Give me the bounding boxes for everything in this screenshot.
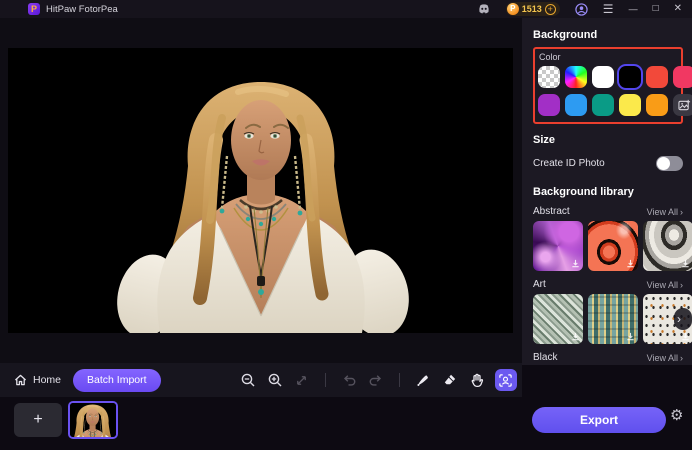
download-icon xyxy=(682,259,689,268)
category-header-art: Art View All › xyxy=(533,279,683,290)
close-button[interactable]: ✕ xyxy=(674,4,682,14)
custom-background-picker[interactable] xyxy=(673,94,692,116)
category-label: Abstract xyxy=(533,206,570,217)
download-icon xyxy=(627,332,634,341)
gear-icon[interactable]: ⚙ xyxy=(670,408,683,423)
minimize-button[interactable]: — xyxy=(629,4,638,14)
coin-icon: P xyxy=(506,3,519,15)
background-panel: Background Color Size Create ID Photo Ba… xyxy=(522,18,692,365)
swatch-blue[interactable] xyxy=(565,94,587,116)
thumbnail-image xyxy=(70,403,116,437)
swatch-teal[interactable] xyxy=(592,94,614,116)
add-image-button[interactable]: + xyxy=(14,403,62,437)
bg-thumb-abstract-3[interactable] xyxy=(643,221,692,271)
app-logo-icon: P xyxy=(28,3,40,15)
batch-import-button[interactable]: Batch Import xyxy=(73,368,161,392)
carousel-next-icon[interactable]: › xyxy=(674,308,692,330)
swatch-red[interactable] xyxy=(646,66,668,88)
app-title: HitPaw FotorPea xyxy=(46,3,118,15)
download-icon xyxy=(572,259,579,268)
bg-thumb-art-1[interactable] xyxy=(533,294,583,344)
credits-badge[interactable]: P 1513 + xyxy=(505,2,560,16)
titlebar: P HitPaw FotorPea P 1513 + ☰ — □ ✕ xyxy=(0,0,692,18)
discord-icon[interactable] xyxy=(477,3,491,15)
undo-icon[interactable] xyxy=(340,371,358,389)
library-title: Background library xyxy=(533,186,634,198)
thumb-row-abstract xyxy=(533,221,692,271)
app-window: P HitPaw FotorPea P 1513 + ☰ — □ ✕ Backg… xyxy=(0,0,692,450)
hand-icon[interactable] xyxy=(468,371,486,389)
category-header-black: Black View All › xyxy=(533,352,683,363)
toggle-knob xyxy=(657,157,670,170)
portrait-photo xyxy=(8,48,513,333)
zoom-in-icon[interactable] xyxy=(266,371,284,389)
credits-count: 1513 xyxy=(521,4,542,14)
home-icon xyxy=(14,374,27,386)
chevron-right-icon: › xyxy=(680,206,683,217)
swatch-rainbow[interactable] xyxy=(565,66,587,88)
panel-footer-spacer xyxy=(522,365,692,397)
bottom-bar: + Export ⚙ xyxy=(0,397,692,450)
download-icon xyxy=(572,332,579,341)
bg-thumb-abstract-1[interactable] xyxy=(533,221,583,271)
swatch-black[interactable] xyxy=(619,66,641,88)
brush-icon[interactable] xyxy=(414,371,432,389)
menu-icon[interactable]: ☰ xyxy=(603,3,614,15)
create-id-photo-row: Create ID Photo xyxy=(533,156,683,171)
zoom-out-icon[interactable] xyxy=(239,371,257,389)
size-section-title: Size xyxy=(533,134,556,146)
portrait-matting-tool-active[interactable] xyxy=(494,369,517,391)
photo-canvas[interactable] xyxy=(8,48,513,333)
editor-workspace xyxy=(0,18,522,363)
thumb-row-art: › xyxy=(533,294,692,344)
color-label: Color xyxy=(539,52,561,62)
view-all-art[interactable]: View All › xyxy=(647,280,683,290)
home-label: Home xyxy=(33,374,62,386)
bg-thumb-art-2[interactable] xyxy=(588,294,638,344)
panel-title: Background xyxy=(533,29,598,41)
download-icon xyxy=(627,259,634,268)
add-credits-icon[interactable]: + xyxy=(544,3,556,15)
category-header-abstract: Abstract View All › xyxy=(533,206,683,217)
divider xyxy=(398,373,400,387)
chevron-right-icon: › xyxy=(680,352,683,363)
home-button[interactable]: Home xyxy=(14,374,61,386)
view-all-black[interactable]: View All › xyxy=(647,353,683,363)
category-label: Art xyxy=(533,279,546,290)
tool-strip xyxy=(239,369,517,391)
export-button[interactable]: Export xyxy=(532,407,666,433)
eraser-icon[interactable] xyxy=(441,371,459,389)
category-label: Black xyxy=(533,352,558,363)
chevron-right-icon: › xyxy=(680,279,683,290)
swatch-rose[interactable] xyxy=(673,66,692,88)
account-icon[interactable] xyxy=(575,2,588,16)
swatch-purple[interactable] xyxy=(538,94,560,116)
divider xyxy=(324,373,326,387)
color-section-highlighted: Color xyxy=(533,47,692,124)
create-id-photo-label: Create ID Photo xyxy=(533,158,605,169)
download-icon xyxy=(682,332,689,341)
bottom-toolbar: Home Batch Import xyxy=(0,363,522,397)
redo-icon[interactable] xyxy=(367,371,385,389)
swatch-yellow[interactable] xyxy=(619,94,641,116)
image-plus-icon xyxy=(677,99,690,110)
fit-expand-icon[interactable] xyxy=(293,371,311,389)
maximize-button[interactable]: □ xyxy=(653,4,659,14)
image-thumbnail-selected[interactable] xyxy=(68,401,118,439)
create-id-photo-toggle[interactable] xyxy=(656,156,683,171)
bg-thumb-abstract-2[interactable] xyxy=(588,221,638,271)
swatch-orange[interactable] xyxy=(646,94,668,116)
swatch-white[interactable] xyxy=(592,66,614,88)
view-all-abstract[interactable]: View All › xyxy=(647,207,683,217)
swatch-transparent[interactable] xyxy=(538,66,560,88)
color-swatch-grid xyxy=(538,66,692,116)
